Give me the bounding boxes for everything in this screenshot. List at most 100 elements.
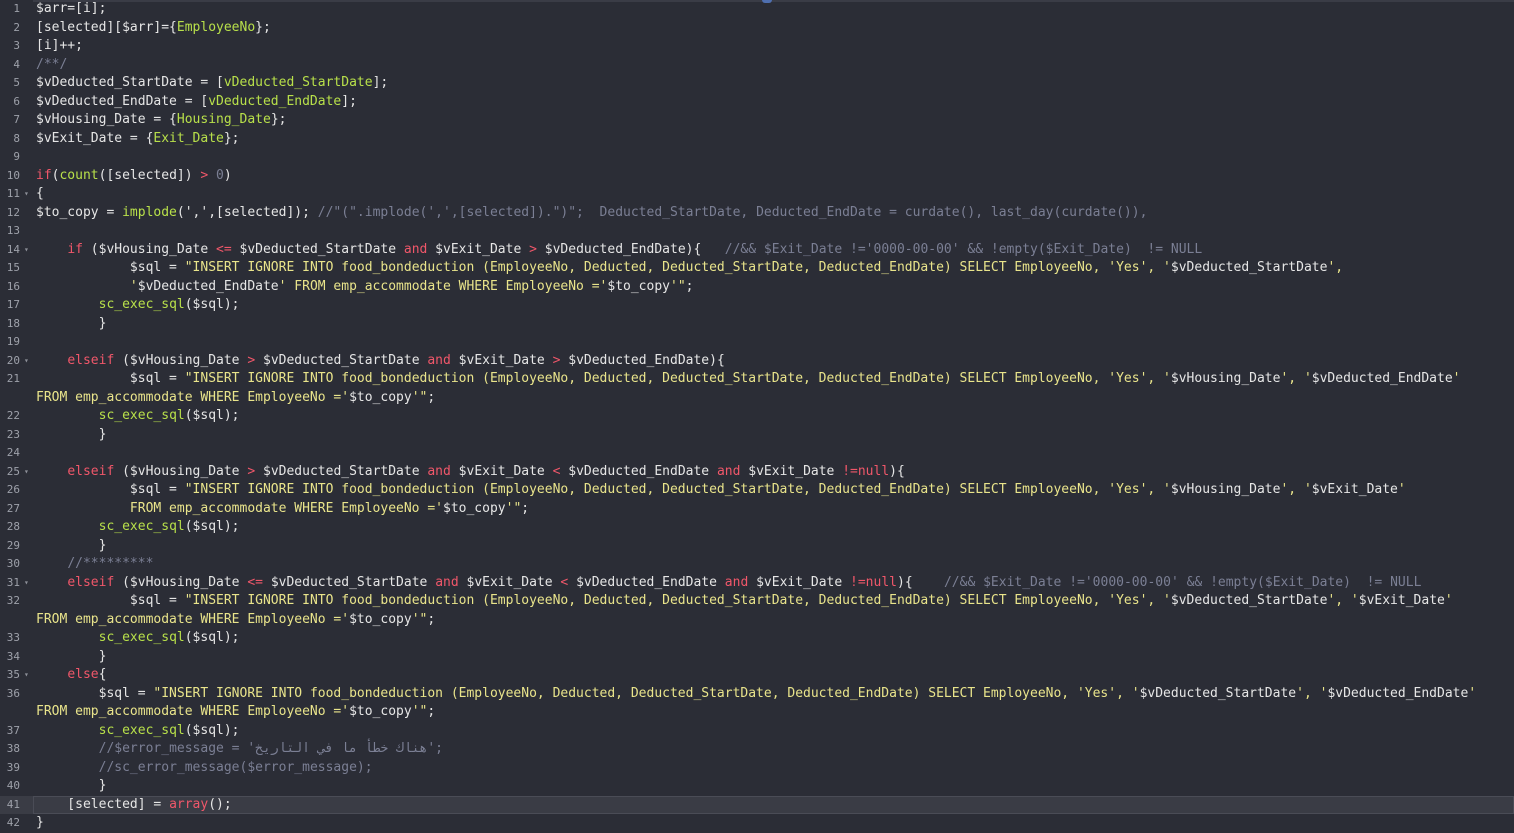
code-line[interactable]: 3 [i]++; <box>0 37 1514 56</box>
line-text[interactable]: //********* <box>36 555 1514 574</box>
line-text[interactable]: FROM emp_accommodate WHERE EmployeeNo ='… <box>36 703 1514 722</box>
code-line[interactable]: 10 if(count([selected]) > 0) <box>0 167 1514 186</box>
code-line[interactable]: 40 } <box>0 777 1514 796</box>
line-text[interactable]: [selected][$arr]={EmployeeNo}; <box>36 19 1514 38</box>
code-line[interactable]: 26 $sql = "INSERT IGNORE INTO food_bonde… <box>0 481 1514 500</box>
code-token: $vDeducted_EndDate){ <box>560 352 725 368</box>
line-text[interactable]: $sql = "INSERT IGNORE INTO food_bondeduc… <box>36 370 1514 389</box>
line-text[interactable]: sc_exec_sql($sql); <box>36 629 1514 648</box>
code-line[interactable]: 27 FROM emp_accommodate WHERE EmployeeNo… <box>0 500 1514 519</box>
code-line[interactable]: 18 } <box>0 315 1514 334</box>
code-line[interactable]: 30 //********* <box>0 555 1514 574</box>
line-text[interactable]: } <box>36 648 1514 667</box>
line-text[interactable]: $sql = "INSERT IGNORE INTO food_bondeduc… <box>36 259 1514 278</box>
code-line[interactable]: 4 /**/ <box>0 56 1514 75</box>
code-line[interactable]: 13 <box>0 222 1514 241</box>
line-text[interactable]: } <box>36 315 1514 334</box>
line-text[interactable]: elseif ($vHousing_Date > $vDeducted_Star… <box>36 463 1514 482</box>
line-text[interactable]: $vHousing_Date = {Housing_Date}; <box>36 111 1514 130</box>
line-text[interactable]: FROM emp_accommodate WHERE EmployeeNo ='… <box>36 389 1514 408</box>
line-text[interactable]: sc_exec_sql($sql); <box>36 407 1514 426</box>
line-text[interactable]: } <box>36 777 1514 796</box>
code-line[interactable]: 9 <box>0 148 1514 167</box>
line-text[interactable]: FROM emp_accommodate WHERE EmployeeNo ='… <box>36 611 1514 630</box>
code-line[interactable]: 23 } <box>0 426 1514 445</box>
code-line[interactable]: 8 $vExit_Date = {Exit_Date}; <box>0 130 1514 149</box>
code-line[interactable]: 2 [selected][$arr]={EmployeeNo}; <box>0 19 1514 38</box>
code-line[interactable]: FROM emp_accommodate WHERE EmployeeNo ='… <box>0 703 1514 722</box>
code-line[interactable]: 6 $vDeducted_EndDate = [vDeducted_EndDate… <box>0 93 1514 112</box>
code-line[interactable]: 28 sc_exec_sql($sql); <box>0 518 1514 537</box>
code-line[interactable]: 12 $to_copy = implode(',',[selected]); //… <box>0 204 1514 223</box>
code-line[interactable]: 37 sc_exec_sql($sql); <box>0 722 1514 741</box>
line-text[interactable]: sc_exec_sql($sql); <box>36 518 1514 537</box>
fold-toggle-icon[interactable]: ▾ <box>24 352 29 371</box>
code-token: "INSERT IGNORE INTO food_bondeduction (E… <box>184 482 1171 497</box>
fold-toggle-icon[interactable]: ▾ <box>24 241 29 260</box>
code-line[interactable]: 31 ▾ elseif ($vHousing_Date <= $vDeducted… <box>0 574 1514 593</box>
line-text[interactable]: } <box>36 426 1514 445</box>
line-text[interactable]: } <box>36 814 1514 833</box>
code-line[interactable]: 16 '$vDeducted_EndDate' FROM emp_accommo… <box>0 278 1514 297</box>
code-line[interactable]: 14 ▾ if ($vHousing_Date <= $vDeducted_Sta… <box>0 241 1514 260</box>
code-line[interactable]: 20 ▾ elseif ($vHousing_Date > $vDeducted_… <box>0 352 1514 371</box>
code-line[interactable]: 35 ▾ else{ <box>0 666 1514 685</box>
code-line[interactable]: 7 $vHousing_Date = {Housing_Date}; <box>0 111 1514 130</box>
line-text[interactable]: $vExit_Date = {Exit_Date}; <box>36 130 1514 149</box>
code-line[interactable]: FROM emp_accommodate WHERE EmployeeNo ='… <box>0 389 1514 408</box>
code-line[interactable]: FROM emp_accommodate WHERE EmployeeNo ='… <box>0 611 1514 630</box>
code-token: ) <box>223 167 232 183</box>
line-text[interactable]: if(count([selected]) > 0) <box>36 167 1514 186</box>
line-text[interactable]: } <box>36 537 1514 556</box>
code-line[interactable]: 42} <box>0 814 1514 833</box>
code-line[interactable]: 39 //sc_error_message($error_message); <box>0 759 1514 778</box>
fold-toggle-icon[interactable]: ▾ <box>24 185 29 204</box>
line-text[interactable]: $sql = "INSERT IGNORE INTO food_bondeduc… <box>36 685 1514 704</box>
line-text[interactable]: //$error_message = 'هناك خطأ ما في التار… <box>36 740 1514 759</box>
line-text[interactable]: //sc_error_message($error_message); <box>36 759 1514 778</box>
line-text[interactable]: elseif ($vHousing_Date <= $vDeducted_Sta… <box>36 574 1514 593</box>
line-text[interactable]: sc_exec_sql($sql); <box>36 722 1514 741</box>
code-line[interactable]: 17 sc_exec_sql($sql); <box>0 296 1514 315</box>
code-line[interactable]: 32 $sql = "INSERT IGNORE INTO food_bonde… <box>0 592 1514 611</box>
line-text[interactable]: $to_copy = implode(',',[selected]); //"(… <box>36 204 1514 223</box>
code-area[interactable]: 1 $arr=[i]; 2 [selected][$arr]={EmployeeNo}… <box>0 0 1514 833</box>
fold-toggle-icon[interactable]: ▾ <box>24 666 29 685</box>
code-line[interactable]: 25 ▾ elseif ($vHousing_Date > $vDeducted_… <box>0 463 1514 482</box>
line-text[interactable]: '$vDeducted_EndDate' FROM emp_accommodat… <box>36 278 1514 297</box>
code-line[interactable]: 22 sc_exec_sql($sql); <box>0 407 1514 426</box>
line-text[interactable]: $sql = "INSERT IGNORE INTO food_bondeduc… <box>36 481 1514 500</box>
code-editor[interactable]: 1 $arr=[i]; 2 [selected][$arr]={EmployeeNo}… <box>0 0 1514 833</box>
code-line[interactable]: 19 <box>0 333 1514 352</box>
line-text[interactable]: { <box>36 185 1514 204</box>
code-line[interactable]: 34 } <box>0 648 1514 667</box>
code-line[interactable]: 36 $sql = "INSERT IGNORE INTO food_bonde… <box>0 685 1514 704</box>
line-number: 19 <box>6 335 20 348</box>
code-line[interactable]: 5 $vDeducted_StartDate = [vDeducted_Start… <box>0 74 1514 93</box>
code-line[interactable]: 29 } <box>0 537 1514 556</box>
code-line[interactable]: 21 $sql = "INSERT IGNORE INTO food_bonde… <box>0 370 1514 389</box>
code-token: $vExit_Date <box>450 352 553 368</box>
line-text[interactable]: if ($vHousing_Date <= $vDeducted_StartDa… <box>36 241 1514 260</box>
line-number: 7 <box>13 113 20 126</box>
code-line[interactable]: 38 //$error_message = 'هناك خطأ ما في ال… <box>0 740 1514 759</box>
line-text[interactable]: $arr=[i]; <box>36 0 1514 19</box>
line-text[interactable]: else{ <box>36 666 1514 685</box>
line-text[interactable]: $vDeducted_EndDate = [vDeducted_EndDate]… <box>36 93 1514 112</box>
line-text[interactable]: sc_exec_sql($sql); <box>36 296 1514 315</box>
line-text[interactable]: elseif ($vHousing_Date > $vDeducted_Star… <box>36 352 1514 371</box>
fold-toggle-icon[interactable]: ▾ <box>24 574 29 593</box>
line-text[interactable]: $sql = "INSERT IGNORE INTO food_bondeduc… <box>36 592 1514 611</box>
code-line[interactable]: 15 $sql = "INSERT IGNORE INTO food_bonde… <box>0 259 1514 278</box>
code-line[interactable]: 33 sc_exec_sql($sql); <box>0 629 1514 648</box>
line-text[interactable]: [i]++; <box>36 37 1514 56</box>
line-text[interactable]: /**/ <box>36 56 1514 75</box>
code-token: ' <box>1468 685 1477 701</box>
code-line[interactable]: 24 <box>0 444 1514 463</box>
fold-toggle-icon[interactable]: ▾ <box>24 463 29 482</box>
code-line[interactable]: 41 [selected] = array(); <box>0 795 1514 814</box>
code-line[interactable]: 11 ▾ { <box>0 185 1514 204</box>
line-text[interactable]: FROM emp_accommodate WHERE EmployeeNo ='… <box>36 500 1514 519</box>
code-line[interactable]: 1 $arr=[i]; <box>0 0 1514 19</box>
line-text[interactable]: $vDeducted_StartDate = [vDeducted_StartD… <box>36 74 1514 93</box>
